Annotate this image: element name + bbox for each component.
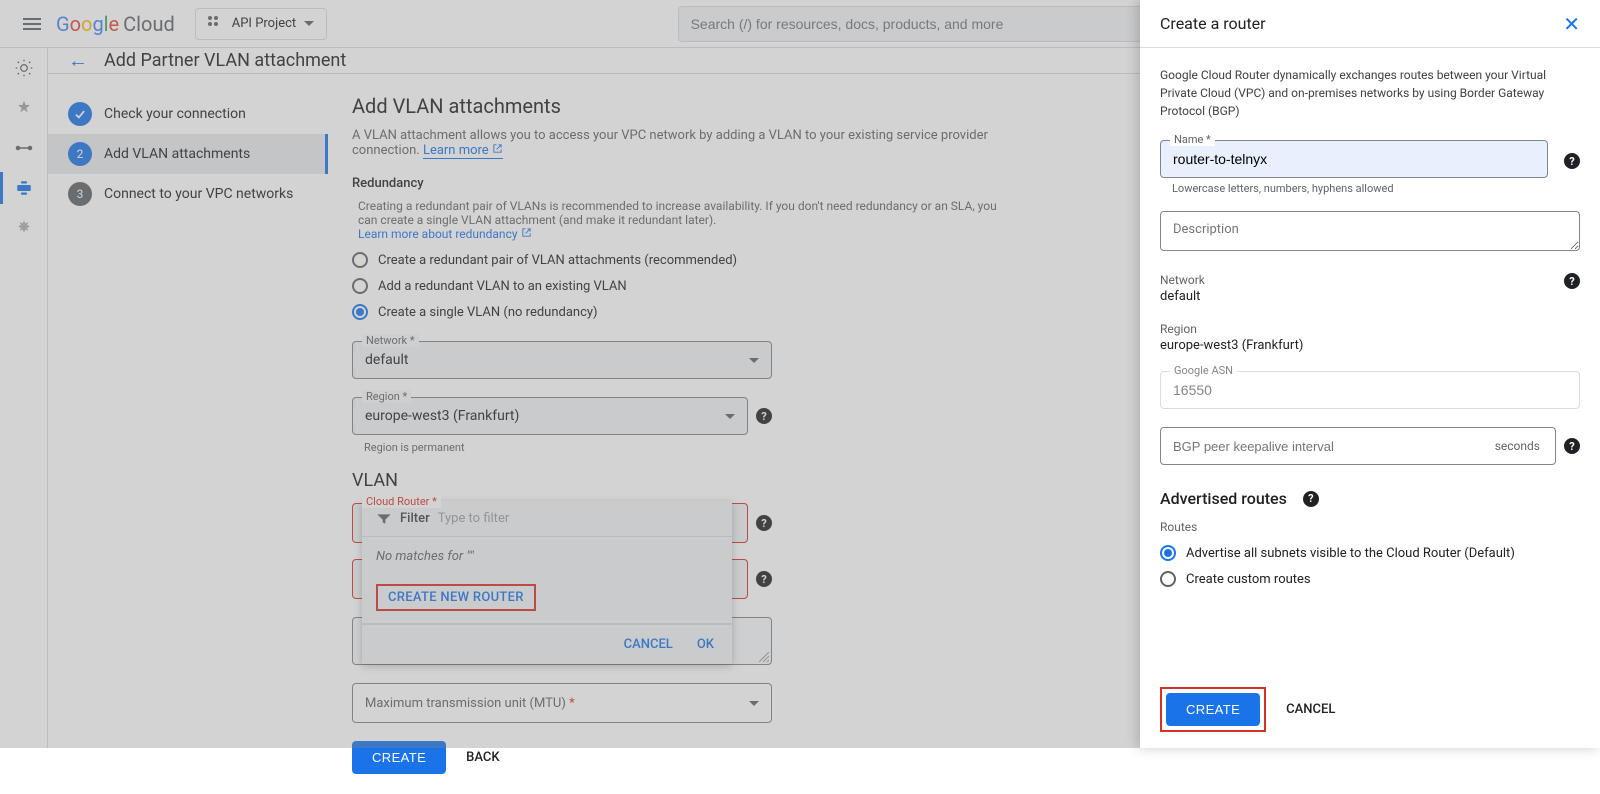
description-input[interactable]	[1160, 211, 1580, 251]
radio-checked-icon	[1160, 545, 1176, 561]
help-icon[interactable]: ?	[1564, 438, 1580, 454]
help-icon[interactable]: ?	[1303, 491, 1319, 507]
help-icon[interactable]: ?	[1564, 153, 1580, 169]
help-icon[interactable]: ?	[1564, 273, 1580, 289]
router-name-input[interactable]	[1160, 140, 1548, 178]
bgp-unit-label: seconds	[1495, 439, 1540, 453]
advertised-routes-heading: Advertised routes ?	[1160, 489, 1580, 508]
radio-custom-routes[interactable]: Create custom routes	[1160, 566, 1580, 592]
panel-region-value: europe-west3 (Frankfurt)	[1160, 338, 1303, 353]
routes-label: Routes	[1160, 520, 1580, 534]
create-router-panel: Create a router ✕ Google Cloud Router dy…	[1140, 0, 1600, 748]
panel-region-label: Region	[1160, 322, 1580, 336]
panel-title: Create a router	[1160, 14, 1266, 33]
panel-network-value: default	[1160, 289, 1200, 304]
close-icon[interactable]: ✕	[1563, 12, 1580, 36]
name-hint: Lowercase letters, numbers, hyphens allo…	[1160, 182, 1580, 195]
panel-create-button[interactable]: CREATE	[1166, 693, 1260, 726]
panel-description: Google Cloud Router dynamically exchange…	[1160, 66, 1580, 120]
panel-network-label: Network	[1160, 273, 1205, 287]
panel-cancel-button[interactable]: CANCEL	[1286, 702, 1335, 717]
radio-advertise-all[interactable]: Advertise all subnets visible to the Clo…	[1160, 540, 1580, 566]
asn-label: Google ASN	[1170, 364, 1237, 377]
back-button[interactable]: BACK	[466, 750, 499, 765]
name-label: Name *	[1170, 133, 1215, 146]
radio-icon	[1160, 571, 1176, 587]
